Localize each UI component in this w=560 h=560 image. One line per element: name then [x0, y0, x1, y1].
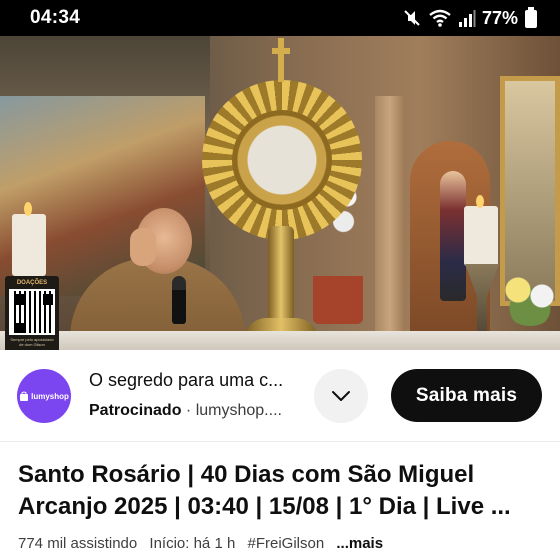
chevron-down-icon	[332, 391, 350, 401]
viewer-count: 774 mil assistindo	[18, 535, 138, 552]
candle-right	[464, 206, 498, 266]
video-meta[interactable]: 774 mil assistindo Início: há 1 h #FreiG…	[18, 535, 546, 552]
monstrance-host	[232, 110, 332, 210]
more-link[interactable]: ...mais	[336, 535, 383, 552]
status-time: 04:34	[30, 7, 81, 28]
video-player[interactable]: DOAÇÕES Sempre pelo apostolado de dom Gi…	[0, 36, 560, 350]
monstrance-stem	[268, 226, 294, 326]
wifi-icon	[429, 9, 451, 27]
video-pot	[313, 276, 363, 324]
ad-cta-button[interactable]: Saiba mais	[391, 369, 542, 422]
microphone	[172, 276, 186, 324]
hashtag-link[interactable]: #FreiGilson	[247, 535, 324, 552]
video-altar	[0, 331, 560, 350]
advertiser-logo-text: lumyshop	[31, 391, 69, 401]
mute-icon	[404, 10, 420, 26]
shopping-bag-icon	[20, 391, 29, 401]
battery-percent: 77%	[481, 7, 518, 28]
sponsored-label: Patrocinado	[89, 402, 182, 419]
status-icons: 77%	[402, 6, 538, 30]
ad-title[interactable]: O segredo para uma c...	[89, 370, 309, 391]
video-title[interactable]: Santo Rosário | 40 Dias com São Miguel A…	[18, 459, 546, 523]
flame-right	[476, 195, 484, 208]
qr-caption: Sempre pelo apostolado de dom Gilson	[10, 337, 54, 347]
candle-left	[12, 214, 46, 276]
signal-icon	[458, 10, 476, 27]
start-time: Início: há 1 h	[149, 535, 236, 552]
meta-separator: ·	[185, 402, 192, 419]
advertiser-logo[interactable]: lumyshop	[17, 369, 71, 423]
monstrance-cross	[272, 38, 290, 82]
video-statue	[440, 171, 466, 301]
status-bar: 04:34 77%	[0, 0, 560, 36]
video-pillar	[375, 96, 405, 336]
ad-domain: lumyshop....	[195, 402, 282, 419]
video-flowers-right	[500, 266, 560, 326]
ad-expand-button[interactable]	[314, 369, 368, 423]
flame-left	[24, 202, 32, 216]
qr-title: DOAÇÕES	[16, 280, 48, 286]
video-person-hand	[130, 228, 156, 266]
ad-meta: Patrocinado · lumyshop....	[89, 402, 282, 420]
sponsored-ad[interactable]: lumyshop O segredo para uma c... Patroci…	[0, 350, 560, 442]
donation-qr-card: DOAÇÕES Sempre pelo apostolado de dom Gi…	[5, 276, 59, 350]
qr-code-icon	[9, 289, 55, 335]
battery-icon	[525, 7, 537, 28]
